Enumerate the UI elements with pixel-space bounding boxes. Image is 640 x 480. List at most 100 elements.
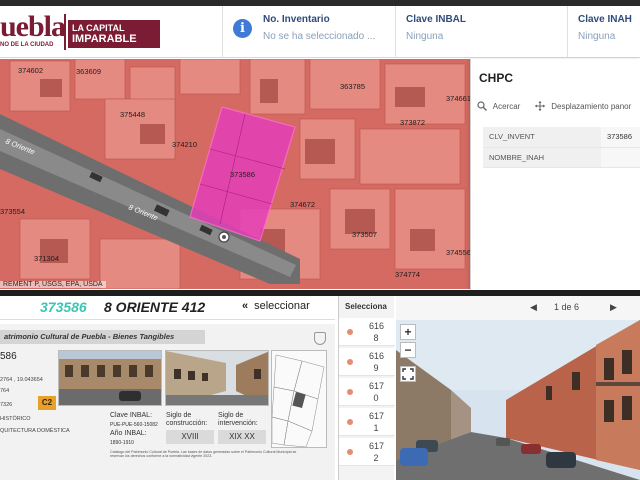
top-dark-strip — [0, 0, 640, 6]
siglo-intervencion-value: XIX XX — [218, 430, 266, 444]
magnifier-icon — [477, 101, 487, 111]
chevron-left-icon: « — [242, 300, 249, 312]
field-value: Ninguna — [406, 31, 444, 42]
siglo-construccion-value: XVIII — [166, 430, 214, 444]
logo-subtitle: NO DE LA CIUDAD — [0, 42, 54, 48]
parcel-label: 363785 — [340, 82, 365, 91]
street-view-logo-icon — [400, 448, 428, 466]
detail-header: 373586 8 ORIENTE 412 « seleccionar — [0, 296, 335, 320]
zoom-in-button[interactable]: + — [400, 324, 416, 340]
select-button[interactable]: « seleccionar — [242, 300, 310, 312]
inventory-id: 373586 — [40, 299, 87, 315]
field-no-inventario: No. Inventario No se ha seleccionado ... — [263, 14, 375, 50]
tagline-line2: IMPARABLE — [72, 33, 137, 45]
field-value: No se ha seleccionado ... — [263, 31, 376, 42]
field-title: No. Inventario — [263, 14, 330, 25]
feature-dot-icon — [347, 419, 353, 425]
list-item[interactable]: 616 8 — [339, 318, 395, 346]
record-footnote: Catálogo del Patrimonio Cultural de Pueb… — [110, 450, 297, 458]
list-item-label: 616 9 — [369, 351, 385, 373]
parcel-label: 374661 — [446, 94, 470, 103]
parcel-label: 373507 — [352, 230, 377, 239]
street-view-image[interactable]: + − — [396, 320, 640, 480]
map-canvas[interactable]: 8 Oriente 8 Oriente 374602 363609 375448… — [0, 59, 470, 289]
table-row: CLV_INVENT 373586 — [483, 127, 640, 148]
parcel-label: 373586 — [230, 170, 255, 179]
logo-tagline: LA CAPITAL IMPARABLE — [68, 20, 160, 48]
parcel-map[interactable]: 8 Oriente 8 Oriente 374602 363609 375448… — [0, 59, 470, 289]
field-title: Clave INAH — [578, 14, 632, 25]
shield-icon — [314, 332, 326, 345]
top-header: uebla NO DE LA CIUDAD LA CAPITAL IMPARAB… — [0, 0, 640, 58]
parcel-label: 374774 — [395, 270, 420, 279]
record-line-b: 7326 — [0, 402, 13, 408]
chpc-popup: CHPC Acercar Desplazamiento panor CLV_IN… — [470, 59, 640, 290]
detail-panel: 373586 8 ORIENTE 412 « seleccionar atrimo… — [0, 296, 335, 480]
field-clave-inah: Clave INAH Ninguna — [578, 14, 632, 50]
pan-icon — [535, 101, 545, 111]
parcel-label: 374556 — [446, 248, 470, 257]
header-separator — [567, 6, 568, 58]
grade-badge: C2 — [38, 396, 56, 410]
zoom-out-button[interactable]: − — [400, 342, 416, 358]
page-indicator: 1 de 6 — [554, 302, 580, 312]
field-title: Clave INBAL — [406, 14, 467, 25]
logo-wordmark: uebla — [0, 10, 66, 43]
zoom-to-label: Acercar — [492, 102, 521, 111]
facade-photo — [58, 350, 162, 406]
clave-inbal-label: Clave INBAL: — [110, 412, 153, 419]
parcel-label: 373554 — [0, 207, 25, 216]
street-photo — [165, 350, 269, 406]
list-item[interactable]: 617 2 — [339, 438, 395, 466]
field-clave-inbal: Clave INBAL Ninguna — [406, 14, 466, 50]
section-title: atrimonio Cultural de Puebla - Bienes Ta… — [0, 330, 205, 344]
siglo-construccion-label: Siglo de construcción: — [166, 412, 208, 427]
header-separator — [395, 6, 396, 58]
clave-inbal-value: PUE-PUE-560-15082 — [110, 422, 158, 428]
puebla-logo[interactable]: uebla NO DE LA CIUDAD LA CAPITAL IMPARAB… — [0, 10, 165, 52]
list-item[interactable]: 617 0 — [339, 378, 395, 406]
previous-page-icon[interactable]: ◀ — [530, 302, 537, 313]
pager: ◀ 1 de 6 ▶ — [396, 296, 640, 320]
anio-inbal-label: Año INBAL: — [110, 430, 147, 437]
field-value: Ninguna — [578, 31, 616, 42]
parcel-label: 373872 — [400, 118, 425, 127]
attributes-table: CLV_INVENT 373586 NOMBRE_INAH — [483, 127, 640, 168]
street-view-panel: ◀ 1 de 6 ▶ + − — [396, 296, 640, 480]
record-type: QUITECTURA DOMÉSTICA — [0, 428, 70, 434]
select-label: seleccionar — [254, 300, 310, 312]
header-separator — [222, 6, 223, 58]
parcel-plan — [271, 350, 327, 448]
list-item-label: 617 0 — [369, 381, 385, 403]
attribute-key: CLV_INVENT — [483, 127, 601, 148]
map-attribution: REMENT P, USGS, EPA, USDA — [0, 281, 106, 288]
feature-dot-icon — [347, 359, 353, 365]
parcel-label: 363609 — [76, 67, 101, 76]
attribute-key: NOMBRE_INAH — [483, 147, 601, 168]
selection-list-panel: Selecciona 616 8 616 9 617 0 617 1 617 2 — [338, 296, 395, 480]
heritage-record-sheet: atrimonio Cultural de Puebla - Bienes Ta… — [0, 324, 335, 480]
tagline-line1: LA CAPITAL — [72, 23, 125, 33]
siglo-intervencion-label: Siglo de intervención: — [218, 412, 258, 427]
property-address: 8 ORIENTE 412 — [104, 299, 206, 315]
info-icon[interactable]: i — [233, 19, 252, 38]
parcel-label: 374602 — [18, 66, 43, 75]
list-item[interactable]: 616 9 — [339, 348, 395, 376]
chpc-title: CHPC — [479, 71, 514, 85]
anio-inbal-value: 1890-1910 — [110, 440, 134, 446]
next-page-icon[interactable]: ▶ — [610, 302, 617, 313]
app-frame: uebla NO DE LA CIUDAD LA CAPITAL IMPARAB… — [0, 0, 640, 480]
record-short-id: 586 — [0, 351, 17, 362]
record-coords: 2764 , 19.043654 — [0, 377, 43, 383]
feature-dot-icon — [347, 329, 353, 335]
record-line-a: 764 — [0, 388, 10, 394]
list-item-label: 617 1 — [369, 411, 385, 433]
list-item-label: 616 8 — [369, 321, 385, 343]
zoom-to-button[interactable]: Acercar — [477, 101, 520, 111]
logo-divider — [64, 14, 66, 50]
pan-button[interactable]: Desplazamiento panor — [535, 101, 631, 111]
parcel-label: 371304 — [34, 254, 59, 263]
fullscreen-icon[interactable] — [400, 366, 416, 382]
parcel-label: 374210 — [172, 140, 197, 149]
list-item[interactable]: 617 1 — [339, 408, 395, 436]
